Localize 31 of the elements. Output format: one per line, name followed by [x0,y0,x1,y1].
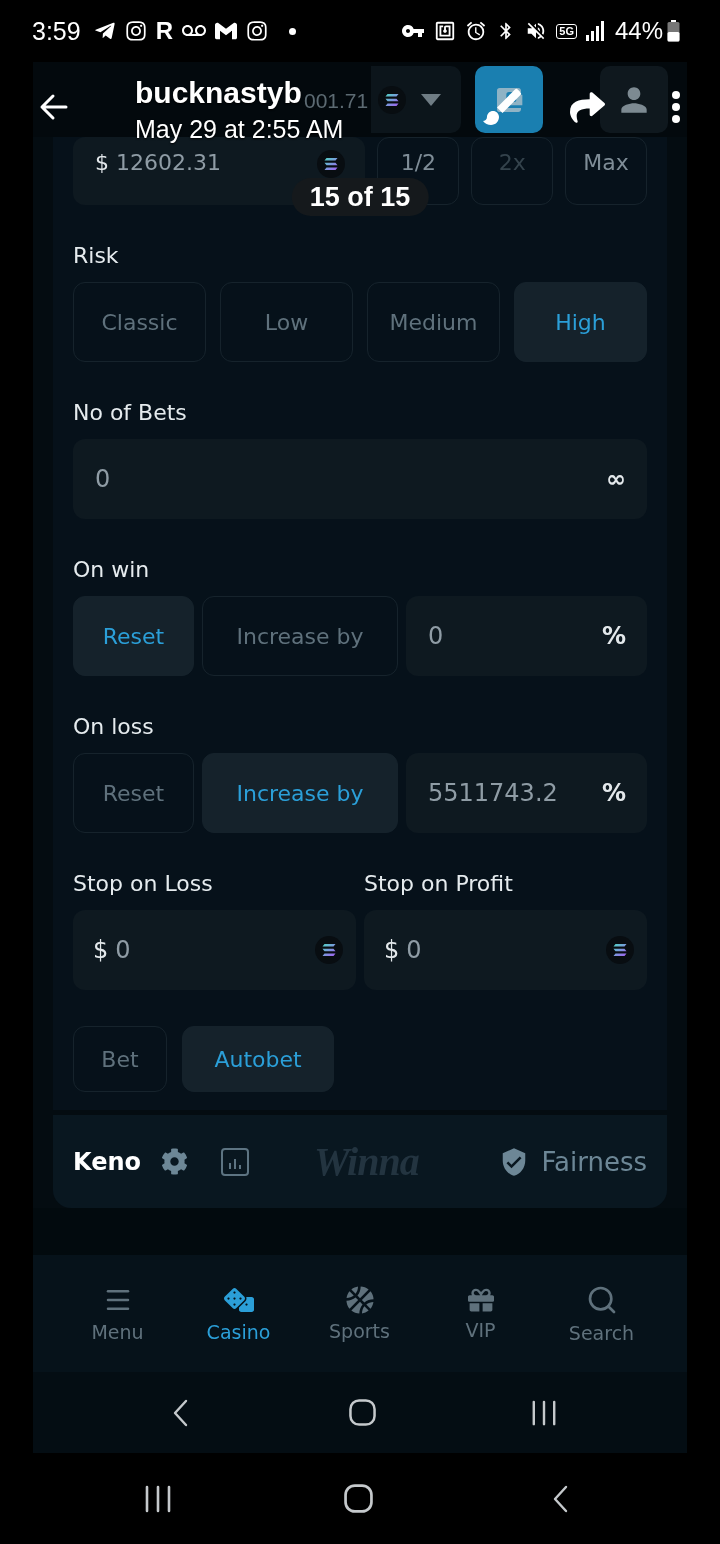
nav-label: Sports [329,1319,390,1342]
section-label: Risk [73,243,120,269]
currency-sign: $ [93,936,109,964]
section-label: No of Bets [73,400,188,426]
currency-sign: $ [384,936,400,964]
field-value: 0 [406,936,422,964]
currency-sign: $ [95,150,109,176]
network-type-label: 5G [556,23,577,39]
field-value: 0 [95,465,111,493]
section-label: Stop on Profit [364,871,514,897]
image-counter-toast: 15 of 15 [291,178,429,216]
nav-label: Casino [206,1320,271,1343]
section-label: On win [73,557,151,583]
nav-label: VIP [465,1318,496,1341]
status-app-letter: R [155,17,173,45]
game-title: Keno [73,1147,142,1176]
nav-label: Menu [91,1320,144,1343]
sender-name: bucknastyb [135,76,302,110]
balance-amount: 001.71 [304,88,369,113]
nav-label: Search [568,1321,635,1344]
field-value: 0 [428,622,444,650]
status-time: 3:59 [32,16,81,46]
field-value: 5511743.2 [428,779,558,807]
battery-percent: 44% [614,17,663,45]
section-label: Stop on Loss [73,871,214,897]
field-suffix: % [601,622,626,650]
field-value: 12602.31 [116,150,221,176]
field-suffix: ∞ [606,465,626,493]
field-suffix: % [601,779,626,807]
section-label: On loss [73,714,155,740]
field-value: 0 [115,936,131,964]
